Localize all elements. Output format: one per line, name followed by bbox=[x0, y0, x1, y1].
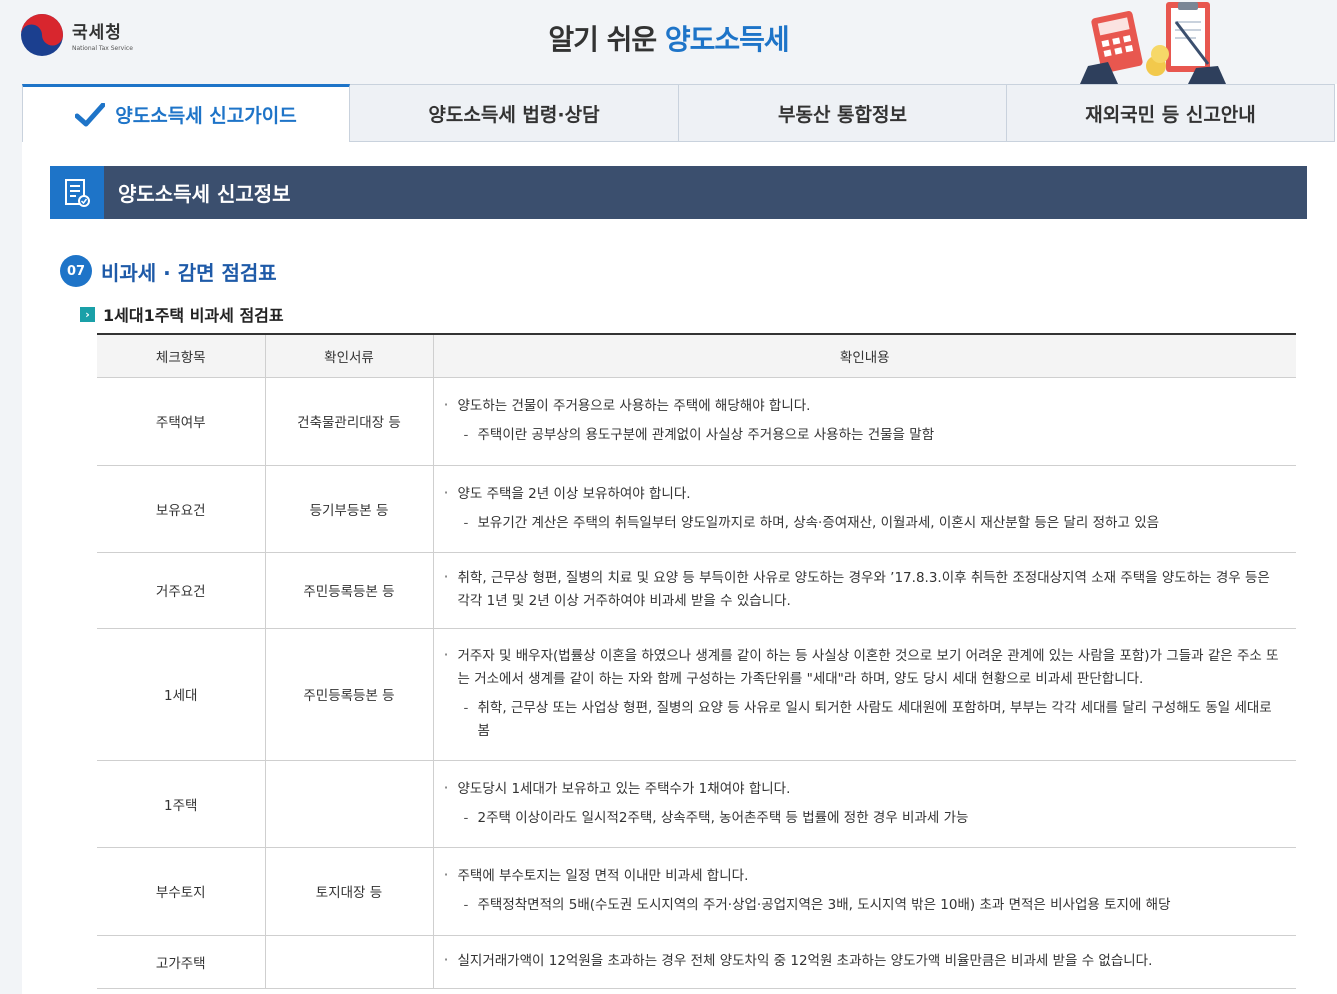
table-row: 거주요건 주민등록등본 등 취학, 근무상 형편, 질병의 치료 및 요양 등 … bbox=[97, 552, 1296, 629]
chevron-right-icon: › bbox=[80, 306, 95, 322]
tab-overseas-report[interactable]: 재외국민 등 신고안내 bbox=[1007, 84, 1335, 142]
content-bullet: 주택에 부수토지는 일정 면적 이내만 비과세 합니다. bbox=[444, 863, 1285, 888]
table-row: 주택여부 건축물관리대장 등 양도하는 건물이 주거용으로 사용하는 주택에 해… bbox=[97, 377, 1296, 466]
section-heading: 07 비과세 · 감면 점검표 bbox=[60, 255, 277, 287]
section-banner: 양도소득세 신고정보 bbox=[50, 166, 1307, 219]
cell-document: 토지대장 등 bbox=[265, 847, 434, 936]
cell-content: 양도하는 건물이 주거용으로 사용하는 주택에 해당해야 합니다. 주택이란 공… bbox=[433, 377, 1296, 466]
cell-content: 거주자 및 배우자(법률상 이혼을 하였으나 생계를 같이 하는 등 사실상 이… bbox=[433, 628, 1296, 761]
content-bullet: 취학, 근무상 형편, 질병의 치료 및 요양 등 부득이한 사유로 양도하는 … bbox=[444, 565, 1285, 613]
tab-label: 부동산 통합정보 bbox=[778, 103, 907, 126]
tab-report-guide[interactable]: 양도소득세 신고가이드 bbox=[22, 84, 350, 142]
tab-label: 재외국민 등 신고안내 bbox=[1085, 103, 1256, 126]
cell-document bbox=[265, 760, 434, 848]
content-bullet: 양도 주택을 2년 이상 보유하여야 합니다. bbox=[444, 481, 1285, 506]
cell-check-item: 고가주택 bbox=[97, 935, 266, 989]
content-bullet: 거주자 및 배우자(법률상 이혼을 하였으나 생계를 같이 하는 등 사실상 이… bbox=[444, 643, 1285, 691]
main-tabs: 양도소득세 신고가이드 양도소득세 법령·상담 부동산 통합정보 재외국민 등 … bbox=[22, 84, 1335, 142]
content-bullet: 양도하는 건물이 주거용으로 사용하는 주택에 해당해야 합니다. bbox=[444, 393, 1285, 418]
content-note: 2주택 이상이라도 일시적2주택, 상속주택, 농어촌주택 등 법률에 정한 경… bbox=[444, 807, 1285, 830]
section-title: 비과세 · 감면 점검표 bbox=[101, 260, 277, 285]
cell-content: 주택에 부수토지는 일정 면적 이내만 비과세 합니다. 주택정착면적의 5배(… bbox=[433, 847, 1296, 936]
cell-document: 주민등록등본 등 bbox=[265, 628, 434, 761]
table-header-row: 체크항목 확인서류 확인내용 bbox=[97, 333, 1296, 378]
document-check-icon bbox=[50, 166, 104, 219]
table-row: 보유요건 등기부등본 등 양도 주택을 2년 이상 보유하여야 합니다. 보유기… bbox=[97, 465, 1296, 553]
cell-document: 주민등록등본 등 bbox=[265, 552, 434, 629]
tab-real-estate-info[interactable]: 부동산 통합정보 bbox=[679, 84, 1007, 142]
tab-label: 양도소득세 법령·상담 bbox=[428, 103, 600, 126]
page-title-highlight: 양도소득세 bbox=[664, 23, 790, 56]
content-note: 주택정착면적의 5배(수도권 도시지역의 주거·상업·공업지역은 3배, 도시지… bbox=[444, 894, 1285, 917]
cell-document bbox=[265, 935, 434, 989]
tab-label: 양도소득세 신고가이드 bbox=[115, 105, 297, 127]
content-note: 보유기간 계산은 주택의 취득일부터 양도일까지로 하며, 상속·증여재산, 이… bbox=[444, 512, 1285, 535]
subsection-title: 1세대1주택 비과세 점검표 bbox=[103, 306, 284, 325]
table-row: 1주택 양도당시 1세대가 보유하고 있는 주택수가 1채여야 합니다. 2주택… bbox=[97, 760, 1296, 848]
section-number-badge: 07 bbox=[60, 255, 92, 287]
content-note: 주택이란 공부상의 용도구분에 관계없이 사실상 주거용으로 사용하는 건물을 … bbox=[444, 424, 1285, 447]
checklist-table: 체크항목 확인서류 확인내용 주택여부 건축물관리대장 등 양도하는 건물이 주… bbox=[97, 333, 1296, 989]
table-row: 부수토지 토지대장 등 주택에 부수토지는 일정 면적 이내만 비과세 합니다.… bbox=[97, 847, 1296, 936]
table-row: 고가주택 실지거래가액이 12억원을 초과하는 경우 전체 양도차익 중 12억… bbox=[97, 935, 1296, 989]
tab-law-consulting[interactable]: 양도소득세 법령·상담 bbox=[350, 84, 679, 142]
checkmark-icon bbox=[75, 102, 106, 126]
cell-document: 건축물관리대장 등 bbox=[265, 377, 434, 466]
cell-check-item: 거주요건 bbox=[97, 552, 266, 629]
header-documents: 확인서류 bbox=[265, 333, 434, 378]
cell-content: 실지거래가액이 12억원을 초과하는 경우 전체 양도차익 중 12억원 초과하… bbox=[433, 935, 1296, 989]
content-bullet: 실지거래가액이 12억원을 초과하는 경우 전체 양도차익 중 12억원 초과하… bbox=[444, 948, 1285, 973]
header-content: 확인내용 bbox=[433, 333, 1296, 378]
cell-content: 양도 주택을 2년 이상 보유하여야 합니다. 보유기간 계산은 주택의 취득일… bbox=[433, 465, 1296, 553]
header-check-item: 체크항목 bbox=[97, 333, 266, 378]
table-row: 1세대 주민등록등본 등 거주자 및 배우자(법률상 이혼을 하였으나 생계를 … bbox=[97, 628, 1296, 761]
subsection-heading: › 1세대1주택 비과세 점검표 bbox=[80, 302, 284, 326]
cell-check-item: 부수토지 bbox=[97, 847, 266, 936]
cell-content: 취학, 근무상 형편, 질병의 치료 및 요양 등 부득이한 사유로 양도하는 … bbox=[433, 552, 1296, 629]
content-bullet: 양도당시 1세대가 보유하고 있는 주택수가 1채여야 합니다. bbox=[444, 776, 1285, 801]
cell-check-item: 주택여부 bbox=[97, 377, 266, 466]
content-note: 취학, 근무상 또는 사업상 형편, 질병의 요양 등 사유로 일시 퇴거한 사… bbox=[444, 697, 1285, 743]
site-header: 국세청 National Tax Service 알기 쉬운 양도소득세 bbox=[0, 0, 1337, 84]
banner-title: 양도소득세 신고정보 bbox=[118, 182, 291, 206]
cell-document: 등기부등본 등 bbox=[265, 465, 434, 553]
cell-check-item: 1주택 bbox=[97, 760, 266, 848]
page-title-prefix: 알기 쉬운 bbox=[548, 23, 657, 56]
cell-content: 양도당시 1세대가 보유하고 있는 주택수가 1채여야 합니다. 2주택 이상이… bbox=[433, 760, 1296, 848]
cell-check-item: 보유요건 bbox=[97, 465, 266, 553]
cell-check-item: 1세대 bbox=[97, 628, 266, 761]
calculator-document-illustration-icon bbox=[1080, 2, 1226, 84]
